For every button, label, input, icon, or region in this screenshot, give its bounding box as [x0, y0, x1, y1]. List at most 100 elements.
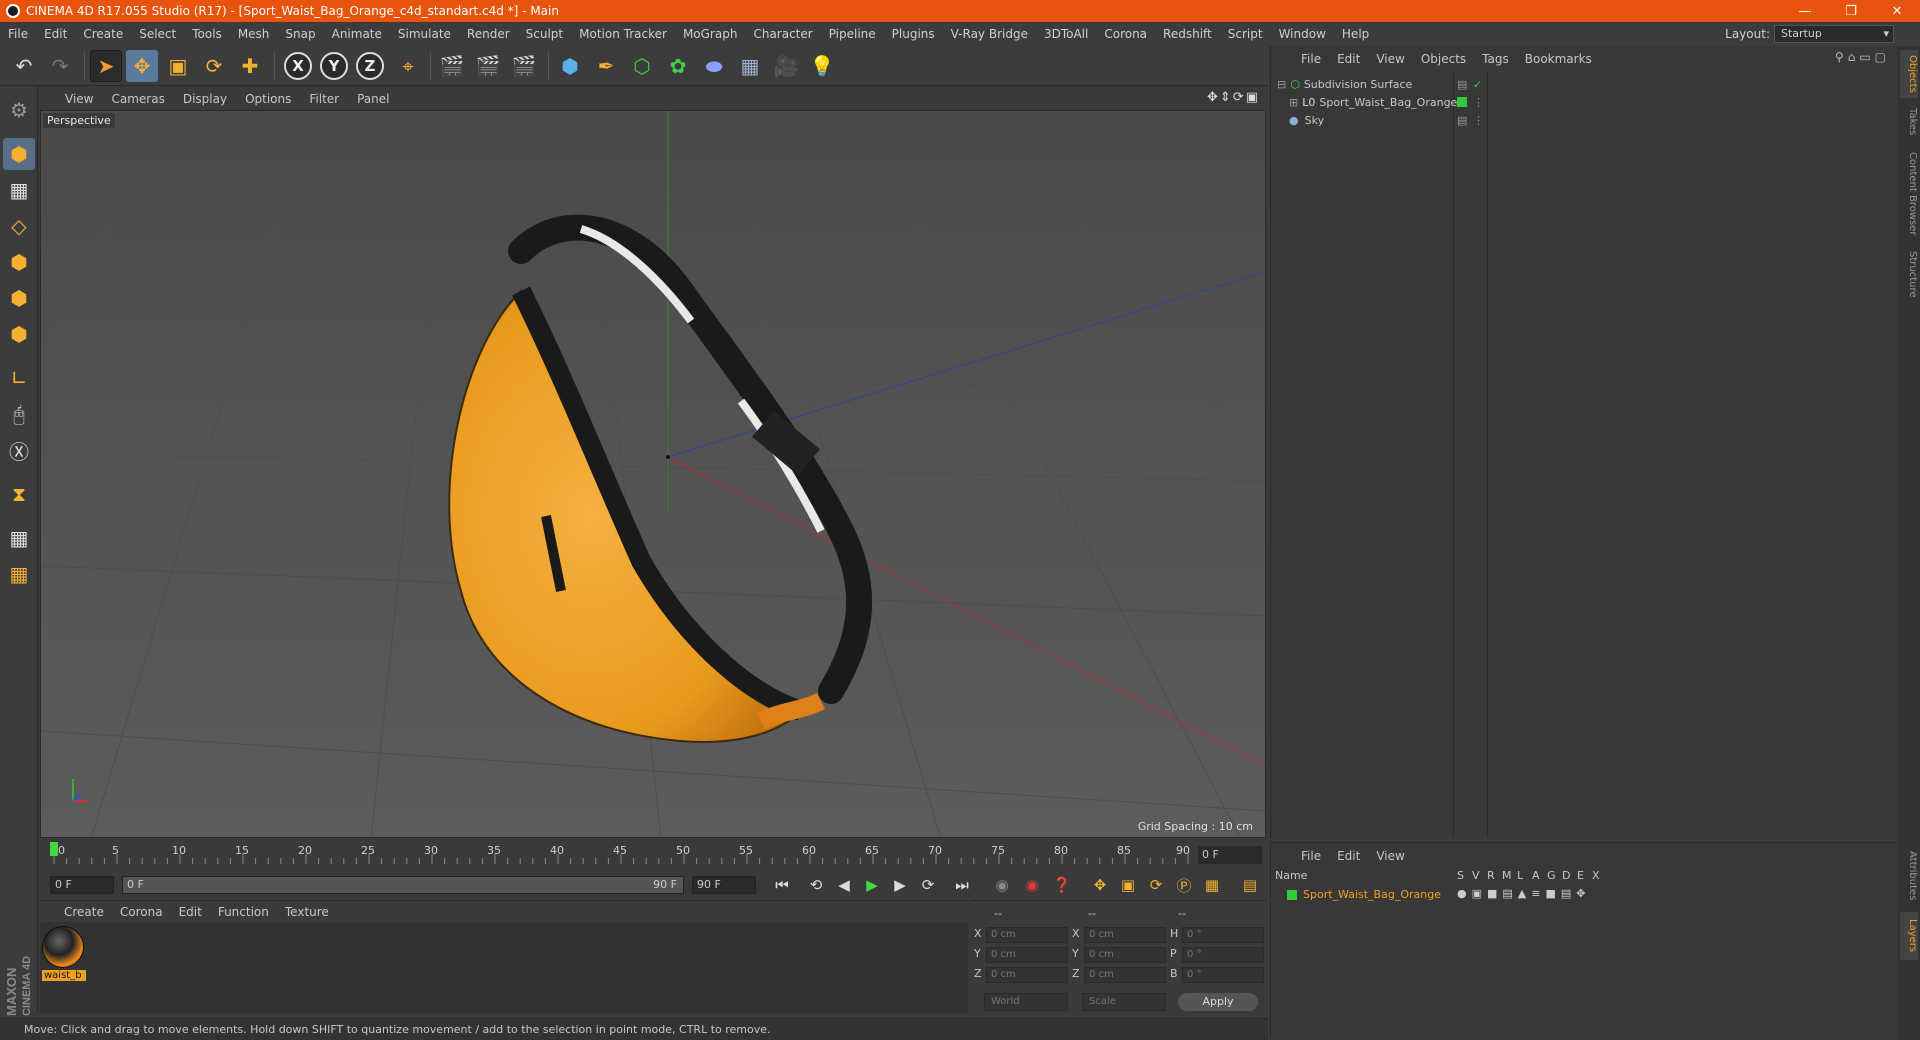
material-menu-texture[interactable]: Texture — [277, 905, 337, 919]
menu-edit[interactable]: Edit — [36, 27, 75, 41]
viewport-menu-panel[interactable]: Panel — [348, 92, 398, 106]
material-menu-corona[interactable]: Corona — [112, 905, 171, 919]
tab-content-browser[interactable]: Content Browser — [1900, 146, 1918, 242]
size-z-field[interactable]: 0 cm — [1084, 967, 1166, 983]
deformer-icon[interactable]: ⬬ — [698, 50, 730, 82]
make-editable-icon[interactable]: ⚙ — [3, 94, 35, 126]
timeline-ruler[interactable]: 0 5 10 15 20 25 30 35 40 45 50 55 60 65 … — [40, 840, 1266, 872]
menu-window[interactable]: Window — [1271, 27, 1334, 41]
model-mode-icon[interactable]: ⬢ — [3, 138, 35, 170]
viewport-menu-filter[interactable]: Filter — [300, 92, 348, 106]
menu-create[interactable]: Create — [75, 27, 131, 41]
position-y-field[interactable]: 0 cm — [986, 947, 1068, 963]
locked-workplane-icon[interactable]: ▦ — [3, 522, 35, 554]
menu-animate[interactable]: Animate — [324, 27, 390, 41]
previous-key-icon[interactable]: ⟲ — [804, 874, 828, 896]
material-name[interactable]: waist_b — [42, 970, 86, 981]
object-row-sport-waist-bag-orange[interactable]: ⊞ L0 Sport_Waist_Bag_Orange ⋮ — [1271, 92, 1899, 112]
menu-character[interactable]: Character — [745, 27, 820, 41]
cloner-icon[interactable]: ✿ — [662, 50, 694, 82]
collapse-icon[interactable]: ⊟ — [1277, 78, 1286, 91]
position-x-field[interactable]: 0 cm — [986, 927, 1068, 943]
rotate-tool-icon[interactable]: ⟳ — [198, 50, 230, 82]
render-view-icon[interactable]: 🎬 — [436, 50, 468, 82]
om-header-icons[interactable]: ⚲⌂▭▢ — [1835, 50, 1890, 64]
subdivision-surface-icon[interactable]: ⬡ — [626, 50, 658, 82]
viewport-camera-label[interactable]: Perspective — [43, 113, 115, 128]
coordinate-system-icon[interactable]: ⌖ — [392, 50, 424, 82]
transform-tool-icon[interactable]: ✚ — [234, 50, 266, 82]
menu-redshift[interactable]: Redshift — [1155, 27, 1220, 41]
position-z-field[interactable]: 0 cm — [986, 967, 1068, 983]
menu-plugins[interactable]: Plugins — [884, 27, 943, 41]
render-settings-icon[interactable]: 🎬 — [508, 50, 540, 82]
polygons-mode-icon[interactable]: ⬢ — [3, 318, 35, 350]
key-position-icon[interactable]: ✥ — [1088, 874, 1112, 896]
perspective-viewport[interactable]: Perspective Grid Spacing : 10 cm — [40, 110, 1266, 838]
visibility-dots-icon[interactable]: ⋮ — [1473, 96, 1484, 109]
rotation-b-field[interactable]: 0 ° — [1182, 967, 1264, 983]
points-mode-icon[interactable]: ⬢ — [3, 246, 35, 278]
select-arrow-icon[interactable]: ➤ — [90, 50, 122, 82]
menu-3dtoall[interactable]: 3DToAll — [1036, 27, 1096, 41]
frame-ruler[interactable]: 0 5 10 15 20 25 30 35 40 45 50 55 60 65 … — [50, 842, 1190, 866]
tab-objects[interactable]: Objects — [1900, 50, 1918, 98]
tab-layers[interactable]: Layers — [1900, 912, 1918, 960]
go-to-start-icon[interactable]: ⏮ — [770, 874, 794, 896]
menu-mograph[interactable]: MoGraph — [675, 27, 746, 41]
previous-frame-icon[interactable]: ◀ — [832, 874, 856, 896]
layers-menu-view[interactable]: View — [1368, 849, 1412, 863]
restore-icon[interactable]: ❐ — [1828, 0, 1874, 22]
layers-menu-edit[interactable]: Edit — [1329, 849, 1368, 863]
menu-vray-bridge[interactable]: V-Ray Bridge — [943, 27, 1036, 41]
undo-icon[interactable]: ↶ — [8, 50, 40, 82]
workplane-icon[interactable]: ◇ — [3, 210, 35, 242]
camera-icon[interactable]: 🎥 — [770, 50, 802, 82]
material-menu-edit[interactable]: Edit — [171, 905, 210, 919]
light-icon[interactable]: 💡 — [806, 50, 838, 82]
tab-attributes[interactable]: Attributes — [1900, 846, 1918, 906]
apply-button[interactable]: Apply — [1178, 993, 1258, 1011]
preview-range-slider[interactable]: 0 F 90 F — [122, 876, 684, 894]
viewport-menu-options[interactable]: Options — [236, 92, 300, 106]
layers-menu-file[interactable]: File — [1293, 849, 1329, 863]
menu-script[interactable]: Script — [1220, 27, 1271, 41]
object-row-sky[interactable]: ● Sky ▤ ⋮ — [1271, 110, 1899, 130]
size-mode-select[interactable]: Scale — [1082, 993, 1166, 1011]
object-row-subdivision-surface[interactable]: ⊟ ⬡ Subdivision Surface ▤ ✓ — [1271, 74, 1899, 94]
scale-tool-icon[interactable]: ▣ — [162, 50, 194, 82]
timeline-window-icon[interactable]: ▤ — [1238, 874, 1262, 896]
key-point-level-icon[interactable]: ▦ — [1200, 874, 1224, 896]
next-frame-icon[interactable]: ▶ — [888, 874, 912, 896]
visibility-dots-icon[interactable]: ▤ — [1457, 78, 1467, 91]
layer-color-swatch[interactable] — [1287, 890, 1297, 900]
menu-corona[interactable]: Corona — [1096, 27, 1155, 41]
menu-simulate[interactable]: Simulate — [390, 27, 459, 41]
object-name[interactable]: Sport_Waist_Bag_Orange — [1319, 96, 1457, 109]
visibility-dots-icon[interactable]: ▤ — [1457, 114, 1467, 127]
om-menu-view[interactable]: View — [1368, 52, 1412, 66]
object-name[interactable]: Subdivision Surface — [1304, 78, 1412, 91]
record-active-objects-icon[interactable]: ◉ — [990, 874, 1014, 896]
move-tool-icon[interactable]: ✥ — [126, 50, 158, 82]
om-menu-edit[interactable]: Edit — [1329, 52, 1368, 66]
y-axis-lock-icon[interactable]: Y — [320, 52, 348, 80]
keyframe-selection-icon[interactable]: ❓ — [1050, 874, 1074, 896]
enabled-check-icon[interactable]: ✓ — [1473, 78, 1482, 91]
menu-pipeline[interactable]: Pipeline — [821, 27, 884, 41]
viewport-menu-view[interactable]: View — [56, 92, 102, 106]
om-menu-file[interactable]: File — [1293, 52, 1329, 66]
snap-icon[interactable]: Ⓧ — [3, 434, 35, 466]
material-menu-create[interactable]: Create — [56, 905, 112, 919]
rotation-h-field[interactable]: 0 ° — [1182, 927, 1264, 943]
edges-mode-icon[interactable]: ⬢ — [3, 282, 35, 314]
tweak-mode-icon[interactable]: 🖰 — [3, 398, 35, 430]
cube-primitive-icon[interactable]: ⬢ — [554, 50, 586, 82]
tab-structure[interactable]: Structure — [1900, 246, 1918, 302]
key-parameter-icon[interactable]: Ⓟ — [1172, 874, 1196, 896]
texture-mode-icon[interactable]: ▦ — [3, 174, 35, 206]
menu-motion-tracker[interactable]: Motion Tracker — [571, 27, 675, 41]
floor-icon[interactable]: ▦ — [734, 50, 766, 82]
viewport-navigation-icons[interactable]: ✥⇕⟳▣ — [1207, 90, 1260, 105]
close-icon[interactable]: ✕ — [1874, 0, 1920, 22]
